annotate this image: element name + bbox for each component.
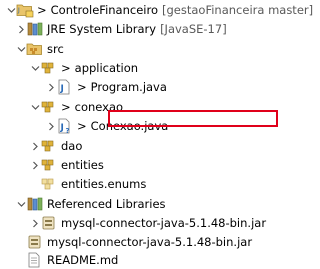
application-name: application <box>74 61 139 75</box>
entities-name: entities <box>61 158 104 172</box>
conexao-java-prefix: > <box>77 119 87 133</box>
tree-item-project[interactable]: J > ControleFinanceiro [gestaoFinanceira… <box>6 0 313 20</box>
tree-item-src[interactable]: src <box>16 39 260 59</box>
tree-item-jre[interactable]: JRE System Library [JavaSE-17] <box>16 19 260 39</box>
text-file-icon <box>26 252 44 268</box>
java-file-icon: J ? <box>56 118 74 134</box>
svg-text:?: ? <box>66 127 70 134</box>
project-prefix: > <box>37 3 47 17</box>
entities-enums-name: entities.enums <box>61 177 147 191</box>
package-icon <box>40 138 58 154</box>
jar-icon <box>26 234 44 250</box>
chevron-right-icon[interactable] <box>46 121 56 131</box>
package-icon <box>40 60 58 76</box>
tree-item-referenced-libraries[interactable]: Referenced Libraries <box>16 194 260 214</box>
jre-name: JRE System Library <box>47 22 157 36</box>
chevron-down-icon[interactable] <box>30 63 40 73</box>
tree-item-readme[interactable]: README.md <box>26 251 260 269</box>
program-name: Program.java <box>90 80 167 94</box>
chevron-right-icon[interactable] <box>16 24 26 34</box>
project-git-decoration: [gestaoFinanceira master] <box>162 3 314 17</box>
src-name: src <box>47 42 64 56</box>
library-icon <box>26 21 44 37</box>
library-icon <box>26 196 44 212</box>
project-name: ControleFinanceiro <box>50 3 158 17</box>
mysql-ref-name: mysql-connector-java-5.1.48-bin.jar <box>61 216 267 230</box>
chevron-right-icon[interactable] <box>30 141 40 151</box>
program-prefix: > <box>77 80 87 94</box>
svg-text:J: J <box>60 123 64 133</box>
jre-decoration: [JavaSE-17] <box>160 22 227 36</box>
tree-item-application[interactable]: > application <box>30 58 260 78</box>
dao-name: dao <box>61 139 83 153</box>
svg-text:J: J <box>17 7 20 14</box>
mysql-jar-name: mysql-connector-java-5.1.48-bin.jar <box>47 235 253 249</box>
tree-item-conexao-java[interactable]: J ? > Conexao.java <box>46 116 260 136</box>
source-folder-icon <box>26 41 44 57</box>
svg-text:J: J <box>60 84 64 94</box>
conexao-java-name: Conexao.java <box>90 119 169 133</box>
conexao-package-name: conexao <box>74 100 124 114</box>
project-folder-icon: J <box>16 2 34 18</box>
tree-item-mysql-jar[interactable]: mysql-connector-java-5.1.48-bin.jar <box>26 232 260 252</box>
chevron-right-icon[interactable] <box>46 82 56 92</box>
chevron-down-icon[interactable] <box>16 199 26 209</box>
tree-item-conexao-package[interactable]: > conexao <box>30 97 260 117</box>
tree-item-entities[interactable]: entities <box>30 155 260 175</box>
package-icon <box>40 157 58 173</box>
chevron-down-icon[interactable] <box>30 102 40 112</box>
conexao-package-prefix: > <box>61 100 71 114</box>
tree-item-program-java[interactable]: J > Program.java <box>46 77 260 97</box>
tree-item-entities-enums[interactable]: entities.enums <box>40 174 260 194</box>
referenced-libraries-name: Referenced Libraries <box>47 197 166 211</box>
chevron-right-icon[interactable] <box>30 218 40 228</box>
chevron-down-icon[interactable] <box>6 5 16 15</box>
chevron-right-icon[interactable] <box>30 160 40 170</box>
empty-package-icon <box>40 176 58 192</box>
chevron-down-icon[interactable] <box>16 44 26 54</box>
java-file-icon: J <box>56 79 74 95</box>
readme-name: README.md <box>47 253 119 267</box>
tree-item-mysql-ref-jar[interactable]: mysql-connector-java-5.1.48-bin.jar <box>30 213 266 233</box>
package-icon <box>40 99 58 115</box>
application-prefix: > <box>61 61 71 75</box>
jar-icon <box>40 215 58 231</box>
tree-item-dao[interactable]: dao <box>30 136 260 156</box>
